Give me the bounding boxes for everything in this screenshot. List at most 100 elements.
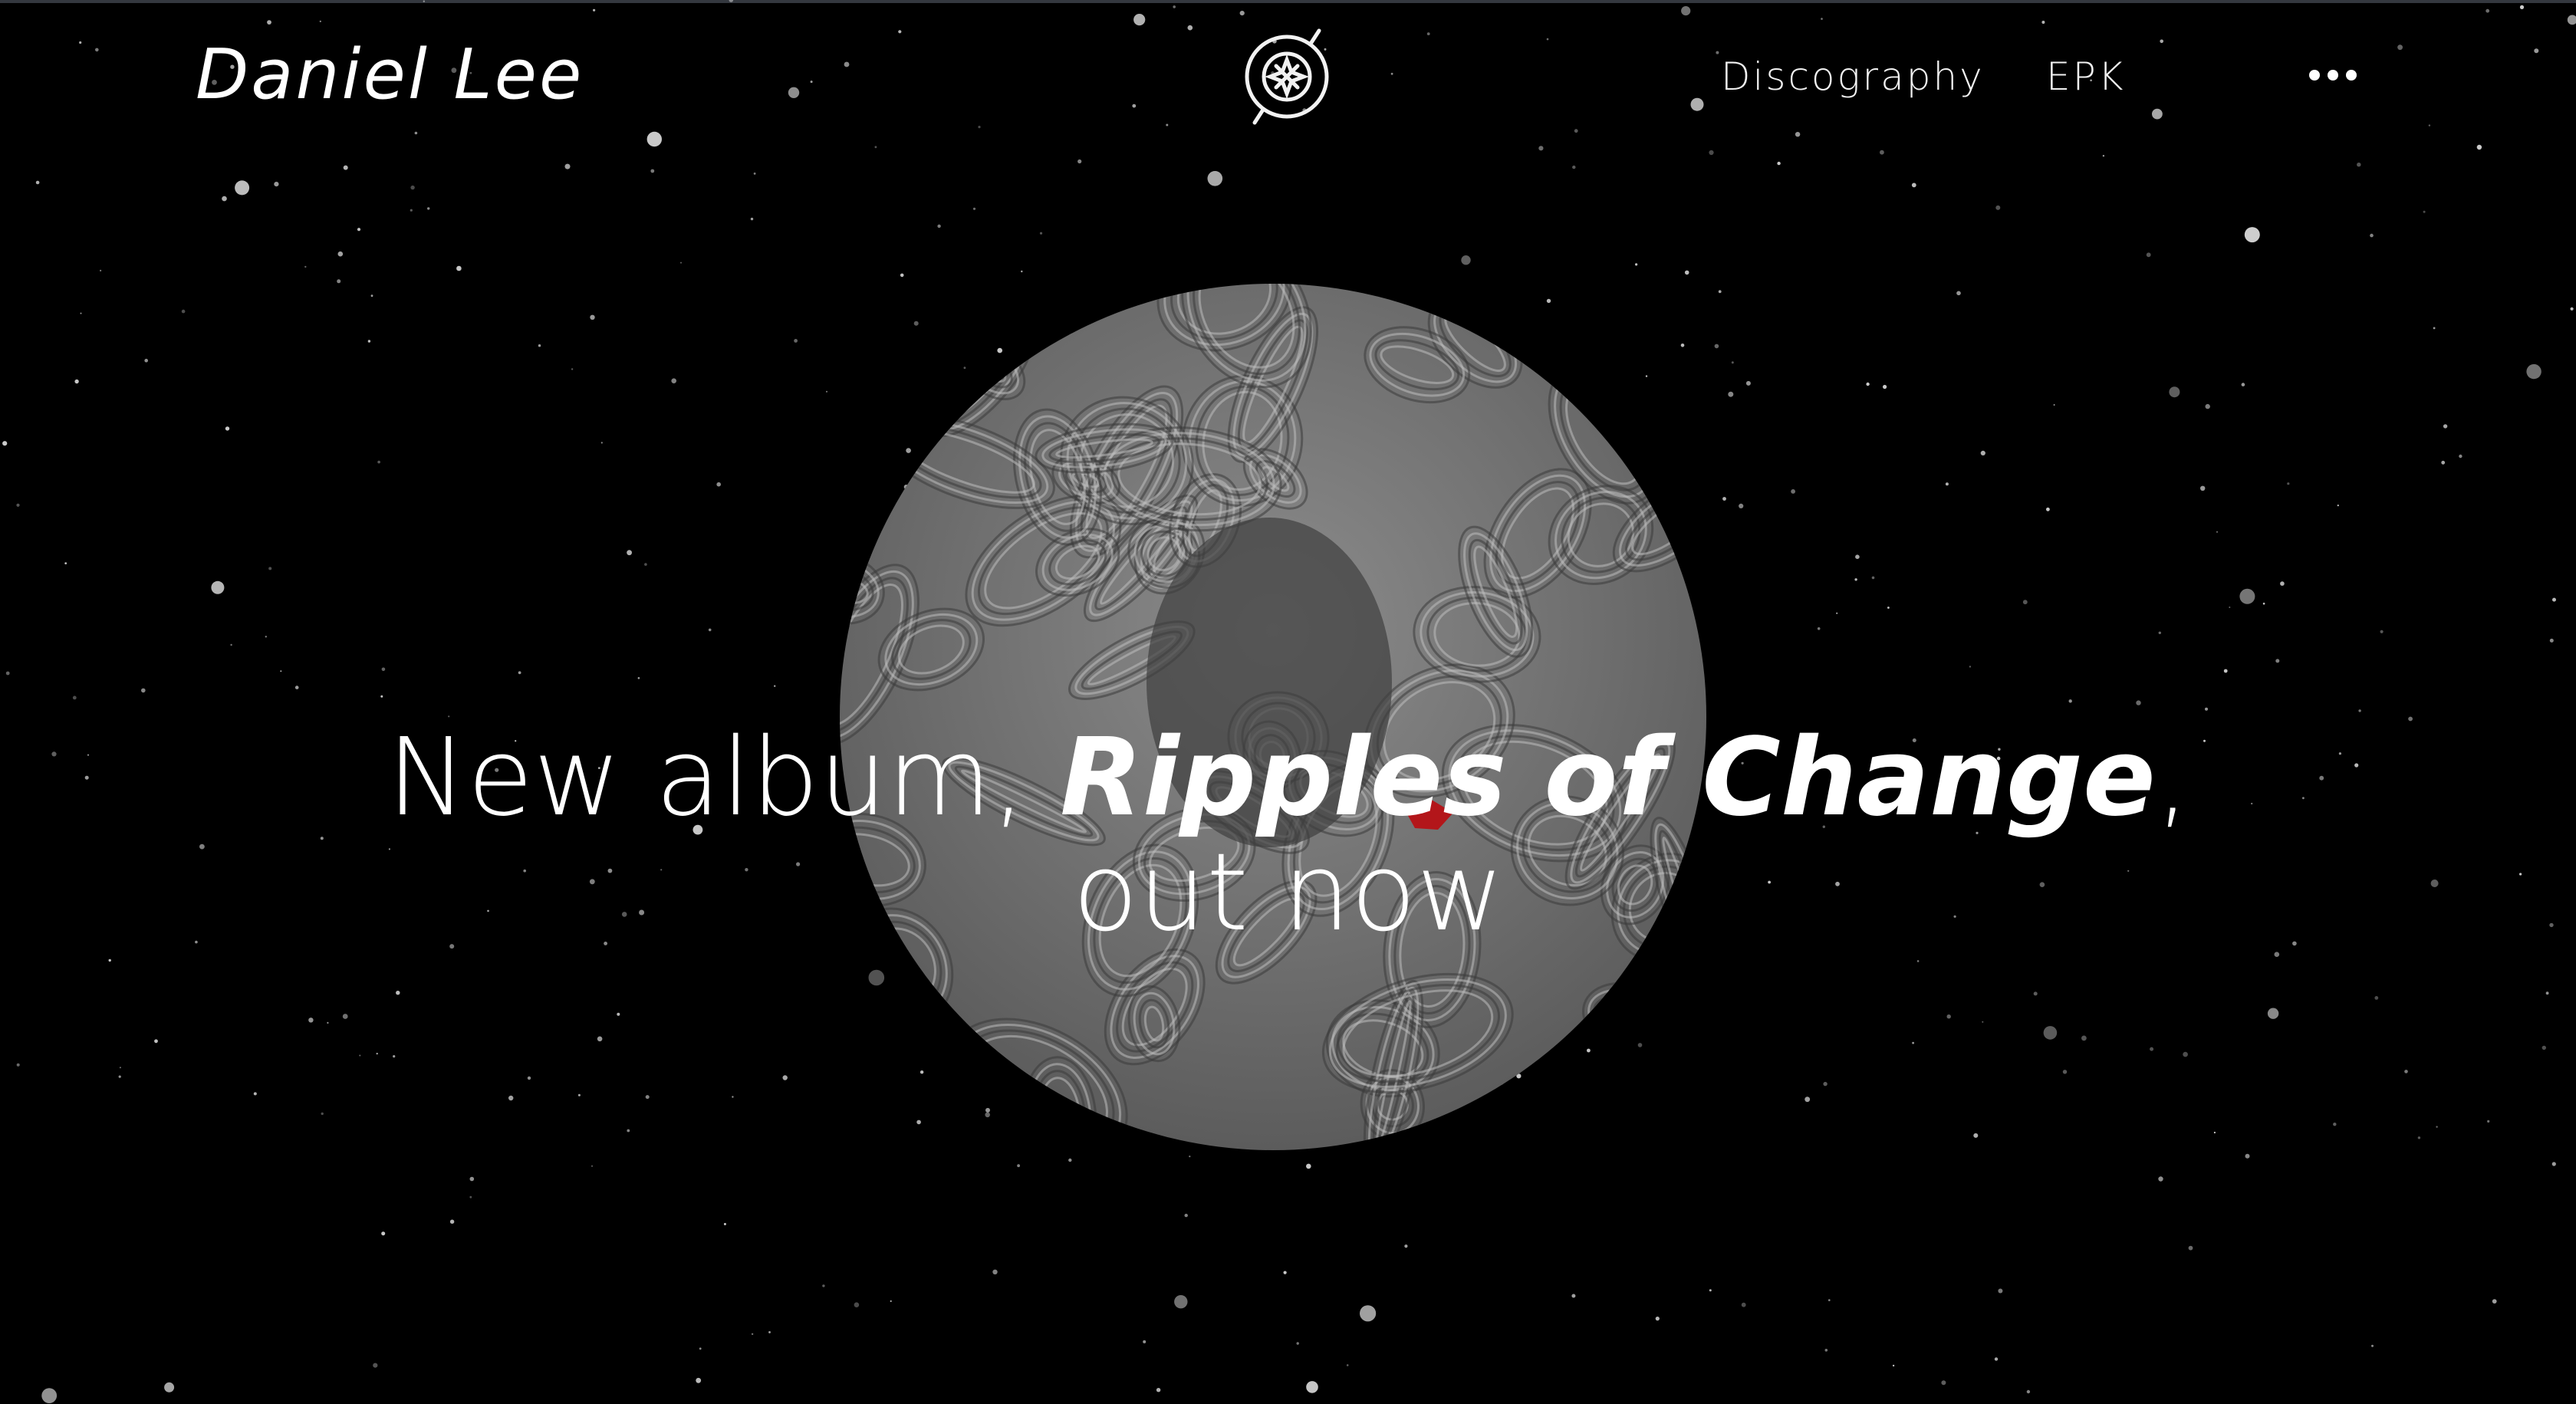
star — [1791, 489, 1796, 494]
star — [2433, 327, 2436, 330]
star — [1296, 1342, 1299, 1345]
star — [1571, 1294, 1576, 1298]
star — [164, 1382, 175, 1392]
star — [381, 667, 386, 672]
star — [708, 628, 712, 632]
star — [294, 686, 299, 689]
star — [617, 1012, 620, 1016]
star — [2357, 163, 2361, 167]
star — [1871, 576, 1875, 580]
star — [1824, 1349, 1828, 1352]
star — [235, 180, 250, 196]
star — [822, 1284, 825, 1287]
star — [1911, 182, 1916, 188]
star — [469, 1195, 472, 1198]
star — [1189, 1156, 1191, 1158]
star — [469, 1176, 475, 1182]
star — [410, 209, 413, 212]
nav-discography-link[interactable]: Discography — [1721, 48, 1985, 106]
star — [87, 754, 90, 756]
star — [1969, 666, 1972, 668]
star — [2183, 1051, 2188, 1057]
star — [1828, 1299, 1831, 1301]
star — [370, 294, 373, 298]
swirl-stroke — [860, 294, 1012, 373]
swirl-stroke — [1575, 1029, 1682, 1127]
star — [900, 273, 904, 278]
star — [750, 217, 754, 221]
star — [2081, 1035, 2087, 1041]
star — [992, 1269, 998, 1275]
star — [2358, 709, 2361, 712]
star — [154, 1039, 158, 1044]
star — [2239, 588, 2255, 604]
star — [1635, 263, 1638, 266]
star — [265, 636, 267, 638]
star — [396, 991, 400, 995]
star — [119, 1067, 121, 1069]
more-horizontal-icon[interactable] — [2304, 58, 2362, 92]
swirl-stroke — [1604, 357, 1699, 449]
star — [1946, 1014, 1951, 1019]
star — [2241, 383, 2245, 386]
swirl-stroke — [840, 1008, 920, 1118]
star — [1995, 205, 2001, 210]
artist-name-link[interactable]: Daniel Lee — [196, 29, 584, 121]
star — [854, 1302, 860, 1307]
star — [1956, 291, 1961, 296]
star — [2223, 669, 2228, 673]
compass-emblem-icon[interactable] — [1233, 23, 1341, 130]
star — [1718, 290, 1722, 294]
star — [1973, 1133, 1979, 1138]
star — [1143, 1340, 1147, 1343]
album-title-link[interactable]: Ripples of Change — [1060, 715, 2156, 840]
star — [2158, 631, 2161, 634]
star — [508, 1095, 514, 1101]
star — [1741, 1302, 1746, 1307]
star — [16, 1063, 20, 1067]
star — [1655, 1317, 1660, 1321]
star — [2205, 707, 2208, 711]
star — [680, 261, 682, 264]
star — [2146, 252, 2151, 258]
star — [1866, 382, 1870, 386]
star — [2267, 1008, 2279, 1019]
star — [456, 265, 462, 271]
star — [2280, 581, 2285, 586]
star — [1283, 1271, 1287, 1274]
star — [2043, 1026, 2058, 1040]
star — [35, 180, 40, 185]
star — [1207, 171, 1223, 186]
star — [1817, 627, 1821, 630]
star — [2430, 880, 2439, 887]
star — [1346, 1364, 1349, 1366]
star — [1684, 270, 1689, 275]
star — [2262, 602, 2265, 605]
star — [637, 677, 640, 679]
star — [2374, 996, 2379, 1000]
star — [280, 670, 282, 672]
swirl-stroke — [1587, 1041, 1671, 1116]
headline-prefix: New album, — [387, 715, 1061, 840]
star — [1945, 482, 1949, 486]
star — [376, 1052, 378, 1055]
swirl-stroke — [1563, 1053, 1647, 1135]
star — [1731, 361, 1734, 364]
star — [2371, 1344, 2374, 1347]
star — [308, 1018, 314, 1023]
swirl-stroke — [846, 284, 1026, 383]
star — [1722, 497, 1726, 501]
star — [591, 1165, 594, 1167]
star — [2333, 1123, 2337, 1126]
star — [1854, 578, 1857, 581]
star — [195, 940, 198, 944]
star — [571, 368, 574, 370]
star — [2216, 531, 2219, 533]
star — [1156, 1388, 1161, 1392]
star — [650, 169, 655, 173]
nav-epk-link[interactable]: EPK — [2046, 48, 2126, 106]
star — [100, 269, 102, 271]
swirl-stroke — [1569, 1059, 1641, 1129]
star — [2213, 1131, 2216, 1134]
star — [2102, 155, 2105, 157]
